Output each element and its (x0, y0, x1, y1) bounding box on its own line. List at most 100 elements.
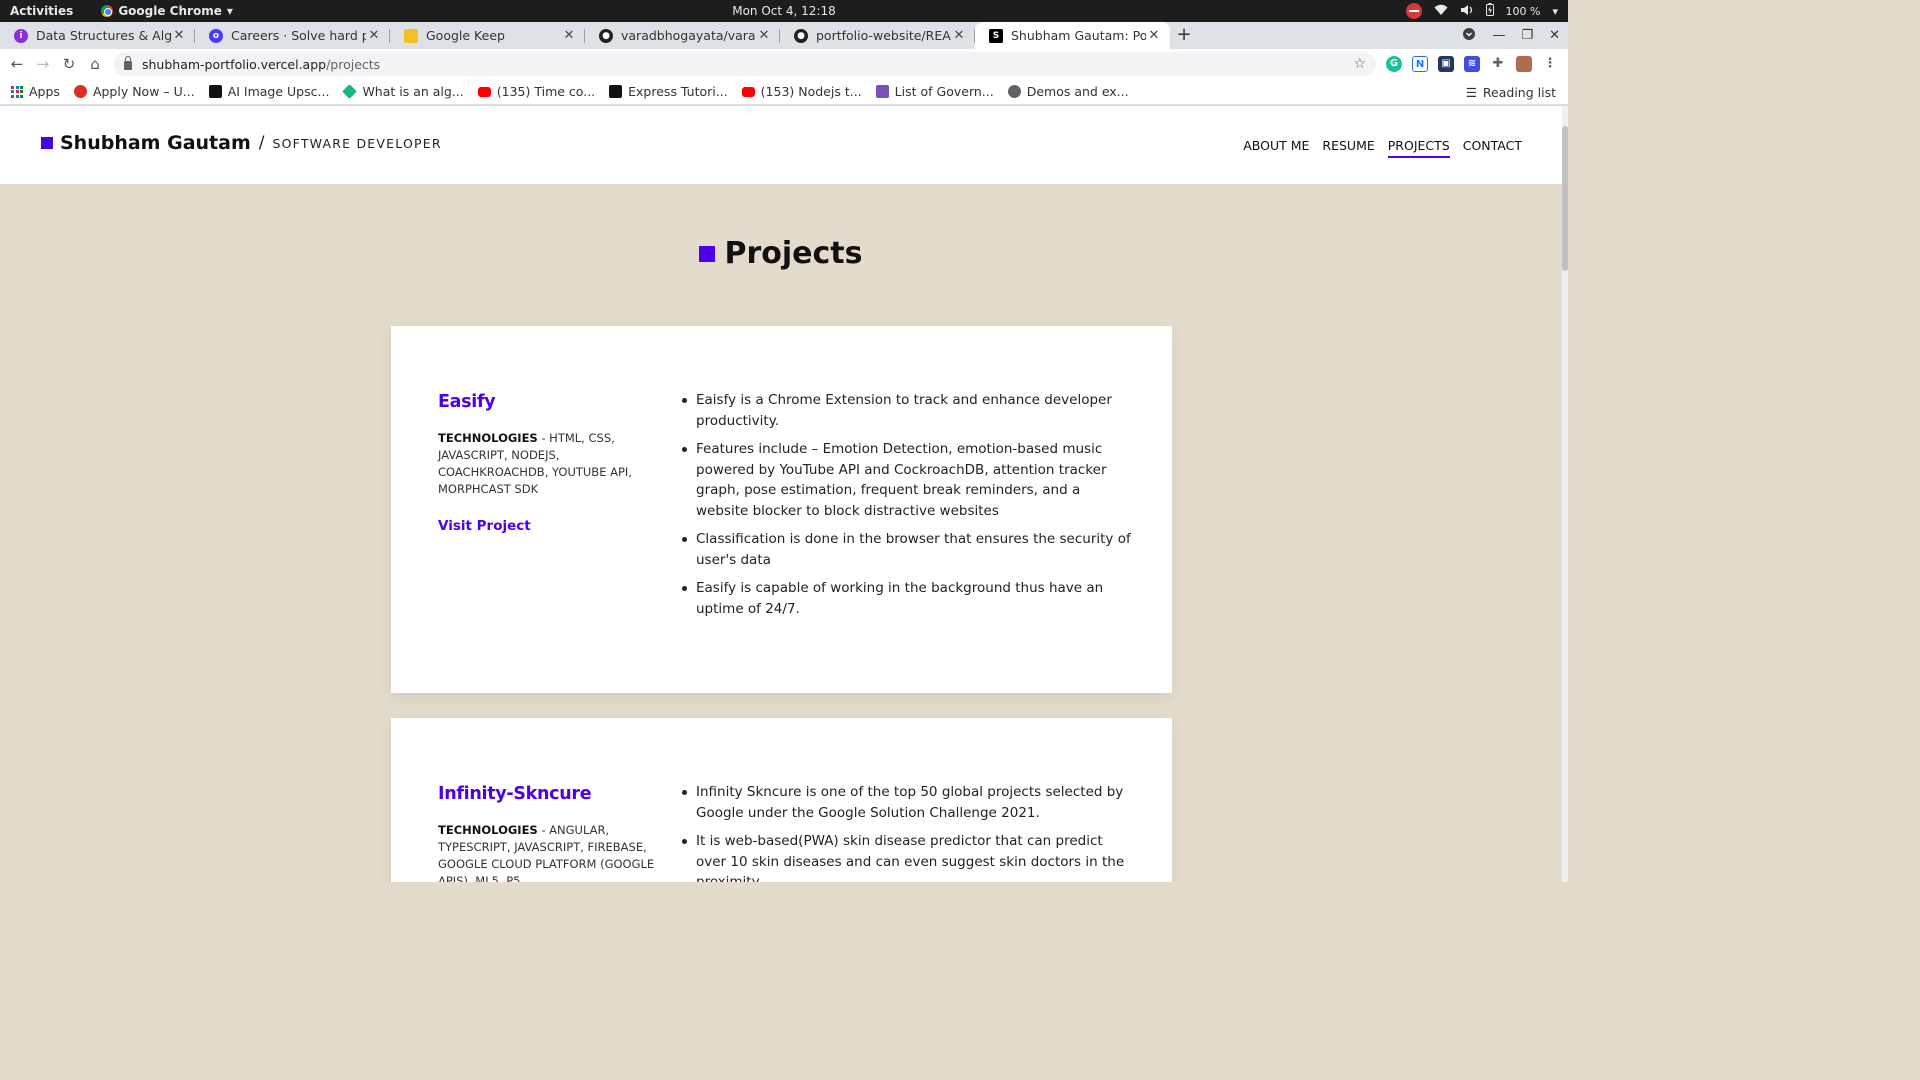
visit-project-link[interactable]: Visit Project (438, 518, 531, 534)
project-technologies: TECHNOLOGIES - ANGULAR, TYPESCRIPT, JAVA… (438, 822, 668, 882)
nav-resume[interactable]: RESUME (1322, 138, 1374, 158)
bookmark-apps[interactable]: Apps (11, 84, 60, 99)
reload-icon[interactable]: ↻ (56, 55, 82, 73)
volume-icon[interactable] (1460, 4, 1474, 19)
restore-icon[interactable]: ❐ (1521, 28, 1533, 43)
toolbar: ← → ↻ ⌂ shubham-portfolio.vercel.app/pro… (0, 49, 1568, 79)
system-clock[interactable]: Mon Oct 4, 12:18 (0, 4, 1568, 18)
bookmark-label: (153) Nodejs t... (760, 84, 862, 99)
address-bar[interactable]: shubham-portfolio.vercel.app/projects ☆ (114, 52, 1376, 76)
close-icon[interactable]: ✕ (756, 28, 772, 43)
home-icon[interactable]: ⌂ (82, 55, 108, 73)
title-square-icon (699, 245, 716, 262)
globe-icon (1007, 85, 1021, 98)
chrome-icon (101, 5, 114, 17)
page-scrollbar[interactable] (1562, 106, 1568, 882)
bookmark-label: What is an alg... (362, 84, 464, 99)
project-meta: Easify TECHNOLOGIES - HTML, CSS, JAVASCR… (438, 392, 668, 534)
tab-shubham-portfolio[interactable]: S Shubham Gautam: Portfo ✕ (975, 22, 1170, 49)
bookmark-what-is-alg[interactable]: What is an alg... (342, 84, 464, 99)
back-icon[interactable]: ← (4, 55, 30, 73)
bookmark-time-complexity[interactable]: (135) Time co... (477, 84, 596, 99)
favicon-icon: i (14, 28, 28, 43)
apps-grid-icon (11, 85, 23, 98)
close-icon[interactable]: ✕ (171, 28, 187, 43)
profile-avatar-icon[interactable] (1516, 56, 1532, 72)
forward-icon[interactable]: → (30, 55, 56, 73)
brand-name: Shubham Gautam (60, 132, 251, 154)
bookmark-label: AI Image Upsc... (227, 84, 330, 99)
tab-strip: i Data Structures & Algorit ✕ o Careers … (0, 22, 1568, 49)
close-window-icon[interactable]: ✕ (1549, 28, 1560, 43)
upsc-icon (73, 85, 87, 98)
bookmark-label: Apps (29, 84, 60, 99)
site-brand[interactable]: Shubham Gautam / SOFTWARE DEVELOPER (41, 132, 442, 154)
bookmark-label: Apply Now – U... (92, 84, 195, 99)
project-card-infinity-skncure: Infinity-Skncure TECHNOLOGIES - ANGULAR,… (391, 718, 1172, 882)
site-header: Shubham Gautam / SOFTWARE DEVELOPER ABOU… (0, 106, 1562, 184)
tab-github-varad[interactable]: ● varadbhogayata/varadbh ✕ (585, 22, 780, 49)
chevron-down-icon: ▾ (226, 4, 233, 18)
notion-web-clipper-icon[interactable]: N (1412, 56, 1428, 72)
bookmark-nodejs[interactable]: (153) Nodejs t... (741, 84, 862, 99)
minimize-icon[interactable]: — (1492, 28, 1505, 43)
battery-icon[interactable] (1485, 3, 1494, 19)
bookmarks-bar: Apps Apply Now – U... AI Image Upsc... W… (0, 79, 1568, 105)
system-tray[interactable]: 100 % ▾ (1405, 0, 1558, 22)
youtube-icon (741, 86, 755, 97)
reading-list-icon: ☰ (1465, 84, 1477, 100)
project-title: Easify (438, 392, 496, 412)
wifi-icon[interactable] (1434, 4, 1448, 19)
tab-search-icon[interactable] (1462, 27, 1476, 45)
new-tab-button[interactable]: + (1170, 22, 1198, 49)
nav-contact[interactable]: CONTACT (1463, 138, 1522, 158)
scrollbar-thumb[interactable] (1562, 126, 1568, 271)
extension-icon[interactable]: ≋ (1464, 56, 1480, 72)
tab-google-keep[interactable]: Google Keep ✕ (390, 22, 585, 49)
technologies-label: TECHNOLOGIES (438, 823, 538, 837)
app-menu[interactable]: Google Chrome ▾ (101, 4, 233, 18)
bookmark-label: List of Govern... (894, 84, 994, 99)
window-controls: — ❐ ✕ (1462, 22, 1560, 49)
do-not-disturb-icon[interactable] (1405, 3, 1422, 19)
bookmark-demos[interactable]: Demos and ex... (1007, 84, 1129, 99)
bookmark-list-of-govern[interactable]: List of Govern... (875, 84, 994, 99)
page-viewport: Shubham Gautam / SOFTWARE DEVELOPER ABOU… (0, 106, 1562, 882)
bookmark-express[interactable]: Express Tutori... (609, 84, 728, 99)
grammarly-icon[interactable]: G (1386, 56, 1402, 72)
nav-about-me[interactable]: ABOUT ME (1243, 138, 1309, 158)
nav-projects[interactable]: PROJECTS (1387, 138, 1450, 158)
bootstrap-icon (875, 85, 889, 98)
brand-square-icon (41, 137, 53, 149)
tab-title: portfolio-website/READM (816, 28, 951, 43)
bookmark-star-icon[interactable]: ☆ (1353, 56, 1366, 72)
system-top-bar: Activities Google Chrome ▾ Mon Oct 4, 12… (0, 0, 1568, 22)
menu-kebab-icon[interactable]: ⋮ (1542, 56, 1558, 72)
tab-github-portfolio[interactable]: ● portfolio-website/READM ✕ (780, 22, 975, 49)
close-icon[interactable]: ✕ (951, 28, 967, 43)
puzzle-icon[interactable]: ✚ (1490, 56, 1506, 72)
close-icon[interactable]: ✕ (1146, 28, 1162, 43)
ai-image-icon (208, 85, 222, 98)
site-nav: ABOUT ME RESUME PROJECTS CONTACT (1243, 138, 1522, 158)
list-item: Easify is capable of working in the back… (682, 578, 1136, 619)
algo-icon (342, 84, 358, 99)
lock-icon[interactable] (124, 56, 132, 70)
extensions-area: G N ▣ ≋ ✚ ⋮ (1386, 49, 1558, 79)
bookmark-apply-now[interactable]: Apply Now – U... (73, 84, 195, 99)
tab-careers[interactable]: o Careers · Solve hard probl ✕ (195, 22, 390, 49)
bookmark-ai-image[interactable]: AI Image Upsc... (208, 84, 330, 99)
activities-button[interactable]: Activities (10, 4, 73, 18)
bookmark-label: (135) Time co... (496, 84, 596, 99)
list-item: It is web-based(PWA) skin disease predic… (682, 831, 1136, 882)
close-icon[interactable]: ✕ (561, 28, 577, 43)
chevron-down-icon[interactable]: ▾ (1552, 5, 1558, 18)
list-item: Features include – Emotion Detection, em… (682, 439, 1136, 521)
tab-data-structures[interactable]: i Data Structures & Algorit ✕ (0, 22, 195, 49)
project-title: Infinity-Skncure (438, 784, 592, 804)
github-icon: ● (599, 28, 613, 43)
tab-title: Data Structures & Algorit (36, 28, 171, 43)
reading-list-button[interactable]: ☰ Reading list (1466, 79, 1556, 105)
extension-icon[interactable]: ▣ (1438, 56, 1454, 72)
close-icon[interactable]: ✕ (366, 28, 382, 43)
